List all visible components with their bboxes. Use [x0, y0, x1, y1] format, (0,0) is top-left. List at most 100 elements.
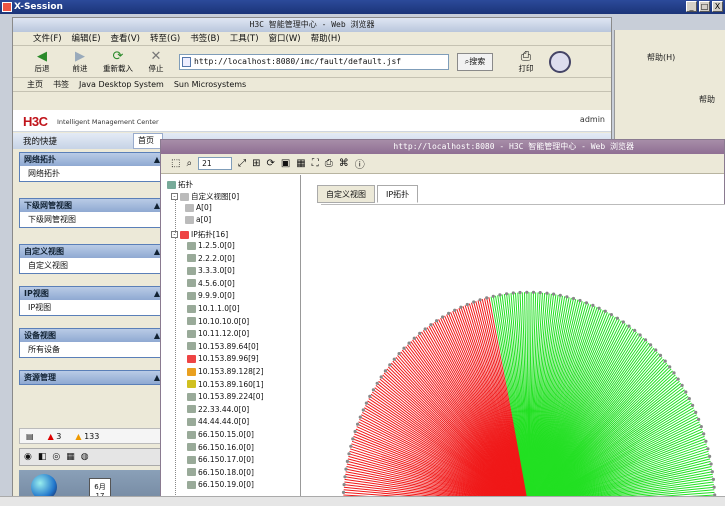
tree-node-subnet[interactable]: 10.153.89.64[0]	[187, 342, 259, 351]
device-node-icon[interactable]	[708, 454, 712, 458]
tree-node-subnet[interactable]: 66.150.15.0[0]	[187, 430, 254, 439]
device-node-icon[interactable]	[368, 394, 372, 398]
tab-home[interactable]: 首页	[133, 133, 163, 149]
tree-node-subnet[interactable]: 10.10.10.0[0]	[187, 317, 249, 326]
device-node-icon[interactable]	[694, 410, 698, 414]
zoom-tool-icon[interactable]: ⌕	[186, 158, 192, 169]
section-header[interactable]: 自定义视图 ▲	[20, 245, 164, 258]
device-node-icon[interactable]	[597, 306, 601, 310]
menu-window[interactable]: 窗口(W)	[269, 32, 301, 45]
alarm-major[interactable]: ▲ 133	[75, 432, 99, 441]
device-node-icon[interactable]	[584, 301, 589, 305]
device-node-icon[interactable]	[343, 475, 347, 479]
select-tool-icon[interactable]: ⬚	[171, 158, 180, 169]
device-node-icon[interactable]	[356, 422, 360, 426]
back-button[interactable]: ◀ 后退	[27, 49, 57, 74]
tree-node-subnet[interactable]: 10.153.89.160[1]	[187, 380, 264, 389]
tree-node-subnet[interactable]: 10.153.89.128[2]	[187, 367, 264, 376]
print-button[interactable]: ⎙ 打印	[511, 49, 541, 74]
device-node-icon[interactable]	[341, 490, 346, 494]
tree-root-topology[interactable]: 拓扑	[167, 179, 193, 190]
device-node-icon[interactable]	[371, 388, 375, 392]
expand-icon[interactable]: ⛶	[312, 158, 319, 169]
device-node-icon[interactable]	[435, 319, 439, 323]
device-node-icon[interactable]	[342, 483, 346, 487]
device-node-icon[interactable]	[691, 403, 695, 407]
device-node-icon[interactable]	[668, 365, 672, 369]
device-node-icon[interactable]	[453, 308, 457, 312]
menu-tools[interactable]: 工具(T)	[230, 32, 259, 45]
save-icon[interactable]: ▣	[281, 158, 290, 169]
quick-icon[interactable]: ◎	[52, 452, 60, 462]
device-node-icon[interactable]	[609, 313, 613, 317]
bookmark-java-desktop[interactable]: Java Desktop System	[79, 78, 164, 91]
tree-node-subnet[interactable]: 2.2.2.0[0]	[187, 254, 235, 263]
tree-node-custom-view[interactable]: - 自定义视图[0]	[171, 191, 239, 202]
forward-button[interactable]: ▶ 前进	[65, 49, 95, 74]
grid-icon[interactable]: ▦	[296, 158, 305, 169]
quick-icon[interactable]: ◉	[24, 452, 32, 462]
section-header[interactable]: 资源管理 ▲	[20, 371, 164, 384]
tree-node-subnet[interactable]: 66.150.19.0[0]	[187, 480, 254, 489]
tree-node-subnet[interactable]: 1.2.5.0[0]	[187, 241, 235, 250]
device-node-icon[interactable]	[711, 477, 715, 481]
nav-item-network-topology[interactable]: 网络拓扑	[20, 166, 164, 181]
device-node-icon[interactable]	[511, 291, 515, 295]
device-node-icon[interactable]	[591, 303, 595, 307]
quick-icon[interactable]: ◍	[81, 452, 89, 462]
device-node-icon[interactable]	[441, 315, 445, 319]
tree-node-subnet[interactable]: 66.150.18.0[0]	[187, 468, 254, 477]
tree-node-subnet[interactable]: 22.33.44.0[0]	[187, 405, 249, 414]
user-label[interactable]: admin	[580, 115, 605, 124]
device-node-icon[interactable]	[379, 375, 383, 379]
tree-node-subnet[interactable]: 9.9.9.0[0]	[187, 291, 235, 300]
device-node-icon[interactable]	[518, 290, 522, 295]
alarm-icon[interactable]: ▤	[26, 432, 34, 441]
device-node-icon[interactable]	[684, 390, 688, 394]
device-node-icon[interactable]	[478, 298, 482, 302]
device-node-icon[interactable]	[687, 397, 691, 401]
device-node-icon[interactable]	[344, 467, 348, 471]
device-node-icon[interactable]	[447, 311, 451, 315]
device-node-icon[interactable]	[676, 377, 680, 381]
section-header[interactable]: 下级网管视图 ▲	[20, 199, 164, 212]
tree-node-subnet[interactable]: 4.5.6.0[0]	[187, 279, 235, 288]
section-header[interactable]: 网络拓扑 ▲	[20, 153, 164, 166]
device-node-icon[interactable]	[663, 359, 667, 363]
device-node-icon[interactable]	[578, 298, 582, 303]
device-node-icon[interactable]	[643, 338, 648, 342]
device-node-icon[interactable]	[361, 408, 365, 412]
nav-item-ip-view[interactable]: IP视图	[20, 300, 164, 315]
device-node-icon[interactable]	[704, 439, 708, 443]
close-button[interactable]: X	[712, 1, 723, 12]
device-node-icon[interactable]	[558, 293, 562, 297]
tree-node-custom-a[interactable]: a[0]	[185, 215, 211, 224]
tree-node-subnet[interactable]: 10.153.89.96[9]	[187, 354, 259, 363]
layout-icon[interactable]: ⊞	[252, 158, 260, 169]
device-node-icon[interactable]	[531, 290, 536, 294]
section-header[interactable]: 设备视图 ▲	[20, 329, 164, 342]
device-node-icon[interactable]	[638, 333, 642, 337]
device-node-icon[interactable]	[712, 485, 716, 489]
stop-button[interactable]: ✕ 停止	[141, 49, 171, 74]
tree-node-subnet[interactable]: 3.3.3.0[0]	[187, 266, 235, 275]
device-node-icon[interactable]	[654, 348, 658, 352]
device-node-icon[interactable]	[545, 291, 549, 295]
device-node-icon[interactable]	[552, 292, 556, 296]
device-node-icon[interactable]	[680, 383, 684, 387]
device-node-icon[interactable]	[392, 357, 396, 361]
device-node-icon[interactable]	[706, 447, 710, 451]
reload-button[interactable]: ⟳ 重新载入	[103, 49, 133, 74]
device-node-icon[interactable]	[485, 296, 489, 300]
device-node-icon[interactable]	[347, 452, 351, 456]
device-node-icon[interactable]	[351, 437, 355, 441]
device-node-icon[interactable]	[697, 417, 701, 421]
bookmark-bookmarks[interactable]: 书签	[53, 78, 69, 91]
menu-edit[interactable]: 编辑(E)	[72, 32, 101, 45]
device-node-icon[interactable]	[465, 302, 469, 307]
device-node-icon[interactable]	[407, 341, 411, 345]
help-icon[interactable]: ⓘ	[355, 156, 365, 171]
device-node-icon[interactable]	[498, 293, 502, 297]
device-node-icon[interactable]	[658, 353, 663, 357]
device-node-icon[interactable]	[402, 346, 406, 350]
